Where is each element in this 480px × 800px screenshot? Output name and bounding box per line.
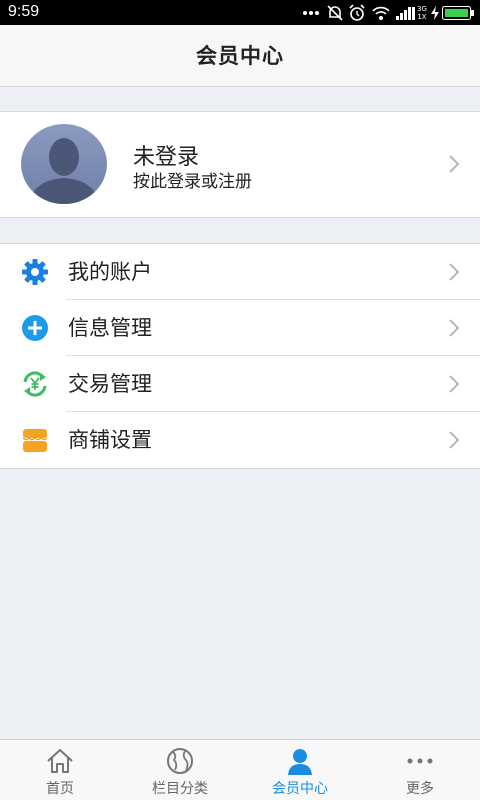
tab-categories[interactable]: 栏目分类 <box>120 740 240 800</box>
login-prompt: 按此登录或注册 <box>133 172 252 192</box>
alarm-icon <box>348 0 366 25</box>
member-menu: 我的账户 信息管理 交易管理 商铺设置 <box>0 243 480 469</box>
menu-item-shop-settings[interactable]: 商铺设置 <box>0 412 480 468</box>
tab-label: 会员中心 <box>272 781 328 797</box>
chevron-right-icon <box>449 319 460 337</box>
plus-circle-icon <box>22 315 48 341</box>
yen-exchange-icon <box>23 371 47 397</box>
wifi-icon <box>372 0 390 25</box>
tab-label: 首页 <box>46 781 74 797</box>
more-dots-icon <box>302 0 320 25</box>
home-icon <box>47 749 73 773</box>
tab-home[interactable]: 首页 <box>0 740 120 800</box>
tab-member-center[interactable]: 会员中心 <box>240 740 360 800</box>
globe-icon <box>167 748 193 774</box>
chevron-right-icon <box>449 263 460 281</box>
menu-item-label: 交易管理 <box>68 372 152 396</box>
menu-item-trade-management[interactable]: 交易管理 <box>0 356 480 412</box>
app-header: 会员中心 <box>0 25 480 87</box>
shop-icon <box>22 429 48 452</box>
menu-item-label: 商铺设置 <box>68 428 152 452</box>
chevron-right-icon <box>449 155 460 173</box>
menu-item-label: 信息管理 <box>68 316 152 340</box>
bell-muted-icon <box>326 0 344 25</box>
status-bar: 9:59 3G 1X <box>0 0 480 25</box>
menu-item-info-management[interactable]: 信息管理 <box>0 300 480 356</box>
more-icon <box>407 758 433 764</box>
chevron-right-icon <box>449 431 460 449</box>
chevron-right-icon <box>449 375 460 393</box>
tab-more[interactable]: 更多 <box>360 740 480 800</box>
menu-item-label: 我的账户 <box>68 260 152 284</box>
battery-icon <box>442 0 474 25</box>
gear-icon <box>22 259 48 285</box>
bottom-tab-bar: 首页 栏目分类 会员中心 更多 <box>0 739 480 800</box>
signal-icon <box>396 0 416 25</box>
page-title: 会员中心 <box>196 44 284 68</box>
login-profile-card[interactable]: 未登录 按此登录或注册 <box>0 111 480 218</box>
tab-label: 更多 <box>406 781 434 797</box>
charging-icon <box>431 0 439 25</box>
tab-label: 栏目分类 <box>152 781 208 797</box>
status-time: 9:59 <box>8 3 40 20</box>
avatar <box>21 124 107 204</box>
person-icon <box>288 749 312 775</box>
network-type-label: 3G 1X <box>417 4 427 21</box>
menu-item-my-account[interactable]: 我的账户 <box>0 244 480 300</box>
